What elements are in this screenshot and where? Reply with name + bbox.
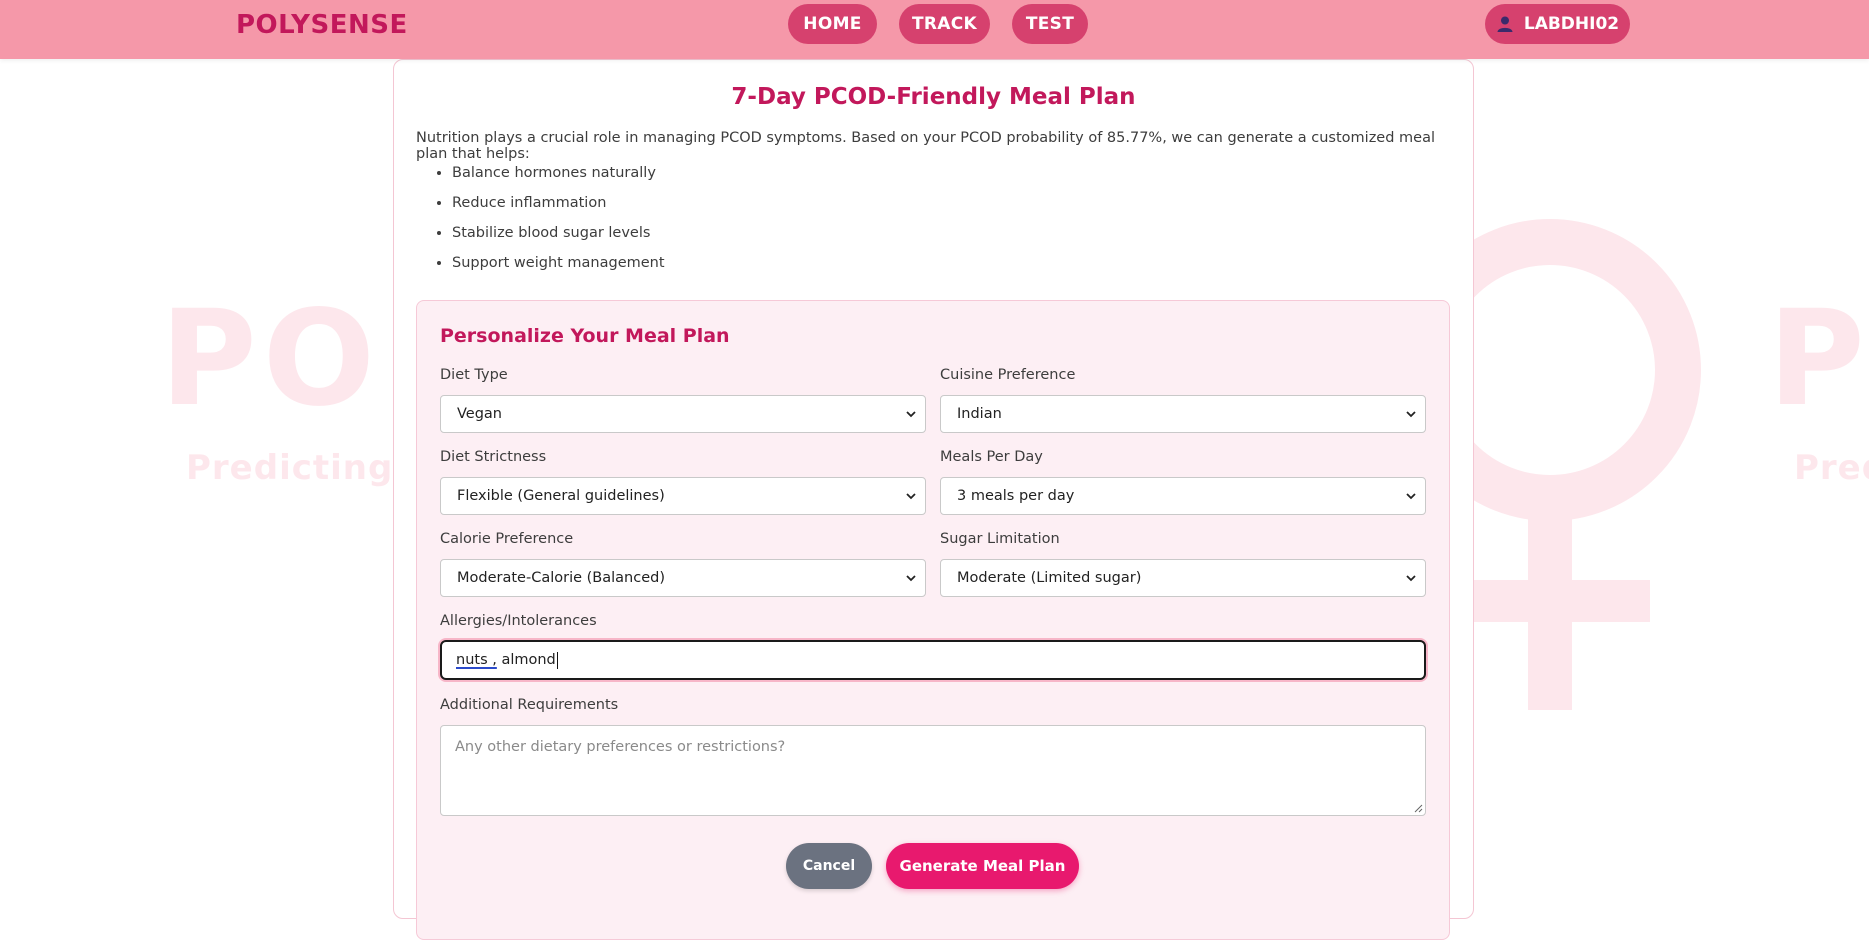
allergies-label: Allergies/Intolerances — [440, 613, 597, 629]
form-title: Personalize Your Meal Plan — [440, 325, 730, 347]
diet-type-select[interactable]: Vegan — [440, 395, 926, 433]
list-item: Support weight management — [452, 248, 665, 278]
meals-per-day-label: Meals Per Day — [940, 449, 1043, 465]
nav-track-button[interactable]: TRACK — [899, 4, 990, 44]
strictness-select[interactable]: Flexible (General guidelines) — [440, 477, 926, 515]
page-title: 7-Day PCOD-Friendly Meal Plan — [394, 84, 1473, 110]
chevron-down-icon — [905, 490, 917, 502]
nav-home-button[interactable]: HOME — [788, 4, 877, 44]
calorie-select[interactable]: Moderate-Calorie (Balanced) — [440, 559, 926, 597]
user-menu-button[interactable]: LABDHI02 — [1485, 4, 1630, 44]
allergies-value-underlined: nuts , — [456, 652, 497, 668]
chevron-down-icon — [1405, 572, 1417, 584]
meals-per-day-value: 3 meals per day — [957, 488, 1074, 504]
cancel-button[interactable]: Cancel — [786, 843, 872, 889]
strictness-label: Diet Strictness — [440, 449, 546, 465]
sugar-select[interactable]: Moderate (Limited sugar) — [940, 559, 1426, 597]
additional-placeholder: Any other dietary preferences or restric… — [455, 739, 785, 755]
additional-label: Additional Requirements — [440, 697, 618, 713]
top-navbar: POLYSENSE HOME TRACK TEST LABDHI02 — [0, 0, 1869, 59]
strictness-value: Flexible (General guidelines) — [457, 488, 665, 504]
username-label: LABDHI02 — [1524, 14, 1619, 34]
diet-type-value: Vegan — [457, 406, 502, 422]
diet-type-label: Diet Type — [440, 367, 508, 383]
chevron-down-icon — [905, 408, 917, 420]
cuisine-select[interactable]: Indian — [940, 395, 1426, 433]
sugar-label: Sugar Limitation — [940, 531, 1060, 547]
watermark-tagline-left: Predicting PCOD — [186, 448, 393, 488]
user-icon — [1496, 15, 1514, 33]
chevron-down-icon — [1405, 490, 1417, 502]
resize-handle-icon[interactable] — [1413, 803, 1423, 813]
allergies-input[interactable]: nuts , almond — [440, 640, 1426, 680]
benefits-list: Balance hormones naturally Reduce inflam… — [416, 158, 665, 278]
list-item: Reduce inflammation — [452, 188, 665, 218]
cuisine-value: Indian — [957, 406, 1002, 422]
allergies-value-rest: almond — [497, 652, 556, 668]
text-caret — [557, 652, 558, 669]
chevron-down-icon — [905, 572, 917, 584]
cuisine-label: Cuisine Preference — [940, 367, 1075, 383]
watermark-tagline-right: Predicting PCOD — [1794, 448, 1869, 488]
meal-plan-card: 7-Day PCOD-Friendly Meal Plan Nutrition … — [393, 59, 1474, 919]
chevron-down-icon — [1405, 408, 1417, 420]
watermark-logo-left: POLYSENSE — [160, 282, 393, 436]
personalize-form: Personalize Your Meal Plan Diet Type Veg… — [416, 300, 1450, 940]
calorie-value: Moderate-Calorie (Balanced) — [457, 570, 665, 586]
brand-logo[interactable]: POLYSENSE — [236, 10, 408, 40]
generate-meal-plan-button[interactable]: Generate Meal Plan — [886, 843, 1079, 889]
watermark-logo-right: POLYSENSE — [1768, 282, 1869, 436]
calorie-label: Calorie Preference — [440, 531, 573, 547]
nav-test-button[interactable]: TEST — [1012, 4, 1088, 44]
sugar-value: Moderate (Limited sugar) — [957, 570, 1141, 586]
additional-textarea[interactable]: Any other dietary preferences or restric… — [440, 725, 1426, 816]
meals-per-day-select[interactable]: 3 meals per day — [940, 477, 1426, 515]
nav-links: HOME TRACK TEST — [788, 4, 1088, 44]
list-item: Stabilize blood sugar levels — [452, 218, 665, 248]
list-item: Balance hormones naturally — [452, 158, 665, 188]
